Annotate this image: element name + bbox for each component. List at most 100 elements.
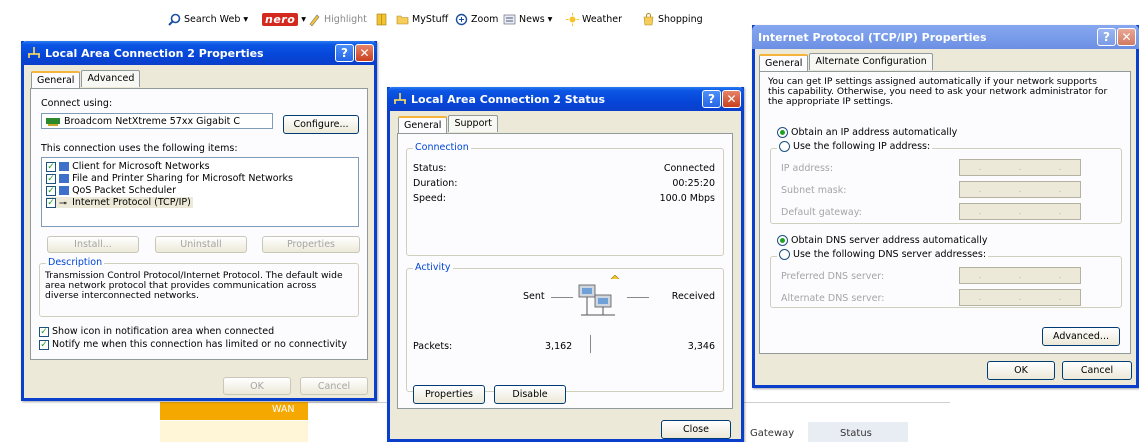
- default-gateway-input[interactable]: ...: [959, 203, 1081, 220]
- status-label: Status:: [413, 163, 447, 174]
- network-connection-icon: [394, 93, 406, 104]
- news-button[interactable]: News ▾: [503, 13, 552, 26]
- description-text: Transmission Control Protocol/Internet P…: [45, 270, 343, 301]
- obtain-ip-option[interactable]: Obtain an IP address automatically: [777, 127, 957, 138]
- close-icon[interactable]: ✕: [1117, 28, 1136, 46]
- tab-support[interactable]: Support: [448, 115, 499, 132]
- help-button[interactable]: ?: [1097, 28, 1116, 46]
- description-title: Description: [46, 257, 105, 268]
- checkbox-checked[interactable]: ✓: [46, 173, 56, 184]
- description-group: Description Transmission Control Protoco…: [39, 257, 359, 317]
- items-label: This connection uses the following items…: [41, 143, 238, 154]
- cancel-button[interactable]: Cancel: [300, 377, 368, 395]
- network-client-icon: [59, 162, 70, 171]
- ok-button[interactable]: OK: [223, 377, 291, 395]
- network-computers-icon: [578, 275, 620, 316]
- ip-address-input[interactable]: ...: [959, 159, 1081, 176]
- close-icon[interactable]: ✕: [355, 44, 374, 62]
- list-item[interactable]: ✓ File and Printer Sharing for Microsoft…: [46, 173, 293, 184]
- components-list: ✓ Client for Microsoft Networks ✓ File a…: [41, 157, 359, 227]
- checkbox-checked[interactable]: ✓: [39, 339, 49, 350]
- bookmark-button[interactable]: [375, 13, 388, 26]
- lac-properties-titlebar[interactable]: Local Area Connection 2 Properties: [21, 41, 377, 65]
- intro-text: You can get IP settings assigned automat…: [768, 76, 1108, 107]
- list-item-selected[interactable]: ✓ ⊸ Internet Protocol (TCP/IP): [46, 197, 193, 209]
- tab-strip: General Support: [398, 115, 499, 133]
- chevron-down-icon[interactable]: ▾: [548, 14, 553, 25]
- tab-advanced[interactable]: Advanced: [81, 70, 141, 87]
- tab-panel-general: Connection Status: Connected Duration: 0…: [397, 133, 733, 409]
- nero-logo: nero: [262, 13, 299, 26]
- qos-icon: [59, 186, 70, 195]
- close-icon[interactable]: ✕: [722, 90, 741, 108]
- lac-status-dialog: Local Area Connection 2 Status ? ✕ Gener…: [387, 87, 744, 442]
- speed-label: Speed:: [413, 193, 446, 204]
- use-dns-option[interactable]: Use the following DNS server addresses:: [777, 249, 989, 260]
- configure-button[interactable]: Configure...: [283, 115, 359, 134]
- zoom-button[interactable]: Zoom: [455, 13, 498, 26]
- ok-button[interactable]: OK: [987, 361, 1055, 380]
- checkbox-checked[interactable]: ✓: [46, 197, 56, 208]
- properties-button[interactable]: Properties: [413, 385, 485, 404]
- received-label: Received: [671, 291, 715, 302]
- subnet-mask-input[interactable]: ...: [959, 181, 1081, 198]
- mystuff-button[interactable]: MyStuff: [396, 13, 448, 26]
- packets-sent-value: 3,162: [545, 341, 573, 352]
- dialog-title: Internet Protocol (TCP/IP) Properties: [758, 30, 987, 44]
- show-icon-option[interactable]: ✓ Show icon in notification area when co…: [39, 326, 274, 337]
- alternate-dns-input[interactable]: ...: [959, 289, 1081, 306]
- lac-status-titlebar[interactable]: Local Area Connection 2 Status: [387, 87, 744, 111]
- tab-panel-general: Connect using: Broadcom NetXtreme 57xx G…: [30, 88, 368, 360]
- preferred-dns-label: Preferred DNS server:: [781, 271, 885, 282]
- static-ip-group: Use the following IP address: IP address…: [770, 141, 1122, 224]
- checkbox-checked[interactable]: ✓: [46, 161, 56, 172]
- close-button[interactable]: Close: [661, 420, 731, 439]
- search-web-button[interactable]: Search Web ▾: [168, 13, 248, 26]
- radio-selected[interactable]: [777, 235, 788, 246]
- nero-button[interactable]: nero ▾: [262, 13, 306, 26]
- status-column-header: Status: [840, 428, 872, 439]
- use-ip-option[interactable]: Use the following IP address:: [777, 141, 933, 152]
- list-item[interactable]: ✓ QoS Packet Scheduler: [46, 185, 176, 196]
- install-button[interactable]: Install...: [47, 236, 139, 253]
- cancel-button[interactable]: Cancel: [1062, 361, 1132, 380]
- tab-strip: General Alternate Configuration: [759, 53, 934, 71]
- tab-alternate-configuration[interactable]: Alternate Configuration: [809, 53, 933, 70]
- bookmark-icon: [376, 13, 387, 26]
- weather-button[interactable]: Weather: [566, 13, 622, 26]
- adapter-field: Broadcom NetXtreme 57xx Gigabit C: [41, 113, 273, 129]
- checkbox-checked[interactable]: ✓: [46, 185, 56, 196]
- highlight-button[interactable]: Highlight: [308, 13, 367, 26]
- notify-option[interactable]: ✓ Notify me when this connection has lim…: [39, 339, 347, 350]
- radio-unselected[interactable]: [779, 141, 790, 152]
- tab-strip: General Advanced: [31, 70, 141, 88]
- properties-button[interactable]: Properties: [262, 236, 360, 253]
- uninstall-button[interactable]: Uninstall: [155, 236, 247, 253]
- checkbox-checked[interactable]: ✓: [39, 326, 49, 337]
- preferred-dns-input[interactable]: ...: [959, 267, 1081, 284]
- help-button[interactable]: ?: [335, 44, 354, 62]
- tab-general[interactable]: General: [31, 71, 81, 88]
- search-icon: [168, 13, 181, 26]
- tab-general[interactable]: General: [759, 54, 809, 71]
- sent-label: Sent: [523, 291, 545, 302]
- chevron-down-icon[interactable]: ▾: [243, 14, 248, 25]
- radio-selected[interactable]: [777, 127, 788, 138]
- chevron-down-icon[interactable]: ▾: [301, 14, 306, 25]
- dialog-title: Local Area Connection 2 Status: [411, 92, 606, 106]
- shopping-button[interactable]: Shopping: [642, 13, 703, 26]
- advanced-button[interactable]: Advanced...: [1042, 327, 1120, 346]
- list-item[interactable]: ✓ Client for Microsoft Networks: [46, 161, 210, 172]
- help-button[interactable]: ?: [702, 90, 721, 108]
- tcpip-titlebar[interactable]: Internet Protocol (TCP/IP) Properties: [752, 25, 1139, 49]
- disable-button[interactable]: Disable: [494, 385, 566, 404]
- duration-value: 00:25:20: [672, 178, 715, 189]
- gateway-column-header: Gateway: [750, 428, 795, 439]
- tab-general[interactable]: General: [398, 116, 448, 133]
- packets-received-value: 3,346: [687, 341, 715, 352]
- obtain-dns-option[interactable]: Obtain DNS server address automatically: [777, 235, 987, 246]
- folder-icon: [396, 15, 409, 25]
- radio-unselected[interactable]: [779, 249, 790, 260]
- highlighter-icon: [309, 14, 320, 26]
- wan-label: WAN: [272, 404, 295, 415]
